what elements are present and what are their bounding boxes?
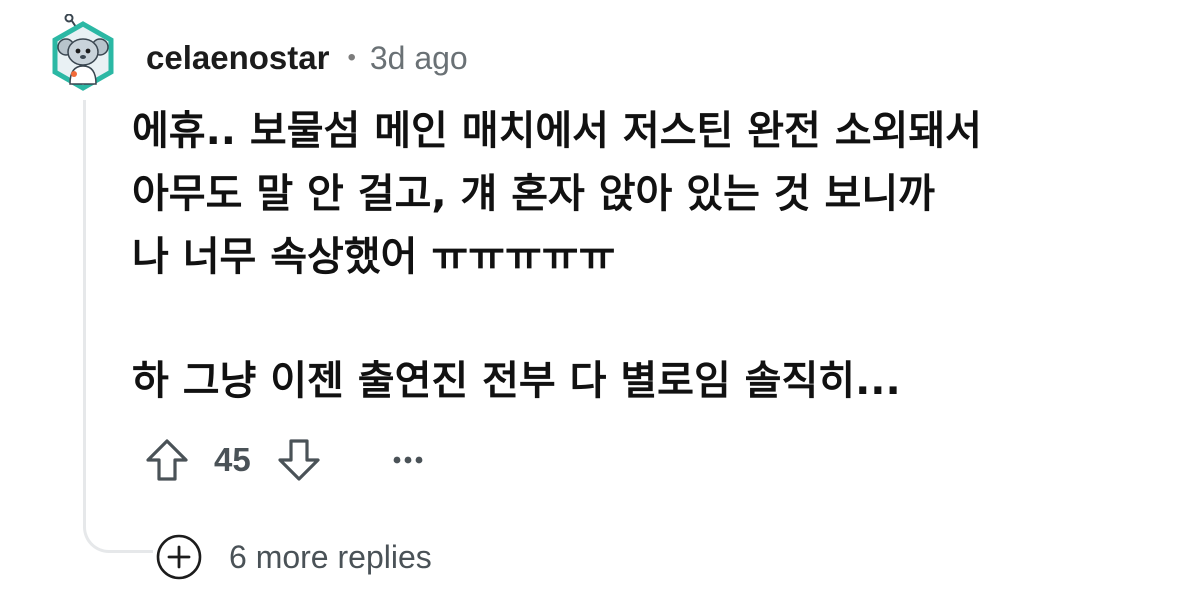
comment-body: 에휴.. 보물섬 메인 매치에서 저스틴 완전 소외돼서 아무도 말 안 걸고,… [132, 100, 1132, 413]
upvote-button[interactable] [143, 436, 191, 484]
upvote-arrow-icon [146, 439, 188, 481]
comment-line: 아무도 말 안 걸고, 걔 혼자 앉아 있는 것 보니까 [132, 171, 935, 217]
ellipsis-icon [393, 456, 423, 464]
comment-actions: 45 [143, 432, 428, 488]
comment-timestamp[interactable]: 3d ago [370, 40, 468, 77]
comment-line-blank [132, 289, 1132, 350]
more-replies-label: 6 more replies [229, 538, 432, 575]
comment-line: 나 너무 속상했어 ㅠㅠㅠㅠㅠ [132, 234, 616, 280]
username-link[interactable]: celaenostar [146, 39, 329, 77]
comment-line: 하 그냥 이젠 출연진 전부 다 별로임 솔직히... [132, 358, 901, 404]
meta-separator: • [347, 44, 356, 71]
more-replies-button[interactable]: 6 more replies [154, 532, 432, 582]
comment-header: celaenostar • 3d ago [146, 36, 468, 80]
plus-circle-icon [154, 532, 204, 582]
more-options-button[interactable] [388, 440, 428, 480]
comment-line: 에휴.. 보물섬 메인 매치에서 저스틴 완전 소외돼서 [132, 108, 982, 154]
downvote-button[interactable] [275, 436, 323, 484]
snoo-avatar-icon [52, 13, 114, 91]
downvote-arrow-icon [278, 439, 320, 481]
user-avatar[interactable] [50, 13, 116, 92]
vote-score: 45 [214, 441, 251, 478]
